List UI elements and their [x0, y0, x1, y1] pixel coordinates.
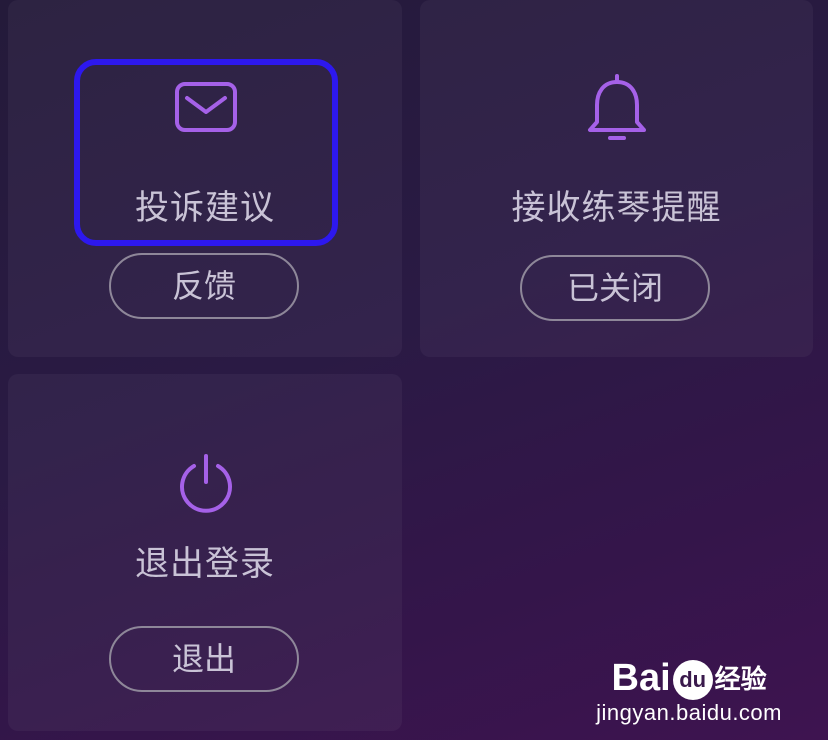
feedback-card[interactable]: 投诉建议 反馈 — [8, 0, 402, 357]
watermark-brand-du: du — [672, 660, 713, 700]
practice-reminder-card[interactable]: 接收练琴提醒 已关闭 — [420, 0, 813, 357]
power-icon — [180, 454, 232, 513]
logout-button[interactable]: 退出 — [109, 626, 299, 692]
watermark-url: jingyan.baidu.com — [596, 700, 782, 725]
reminder-toggle-button[interactable]: 已关闭 — [520, 255, 710, 321]
feedback-title: 投诉建议 — [135, 188, 275, 228]
logout-title: 退出登录 — [135, 544, 275, 584]
watermark-brand-jingyan: 经验 — [714, 665, 767, 695]
logout-card[interactable]: 退出登录 退出 — [8, 374, 402, 731]
feedback-button[interactable]: 反馈 — [109, 253, 299, 319]
reminder-title: 接收练琴提醒 — [511, 188, 722, 228]
baidu-watermark: Bai du 经验 jingyan.baidu.com — [596, 658, 782, 726]
watermark-logo: Bai du 经验 — [596, 658, 782, 700]
watermark-brand-bai: Bai — [611, 657, 671, 700]
bell-icon — [588, 74, 646, 140]
mail-icon — [175, 82, 237, 132]
